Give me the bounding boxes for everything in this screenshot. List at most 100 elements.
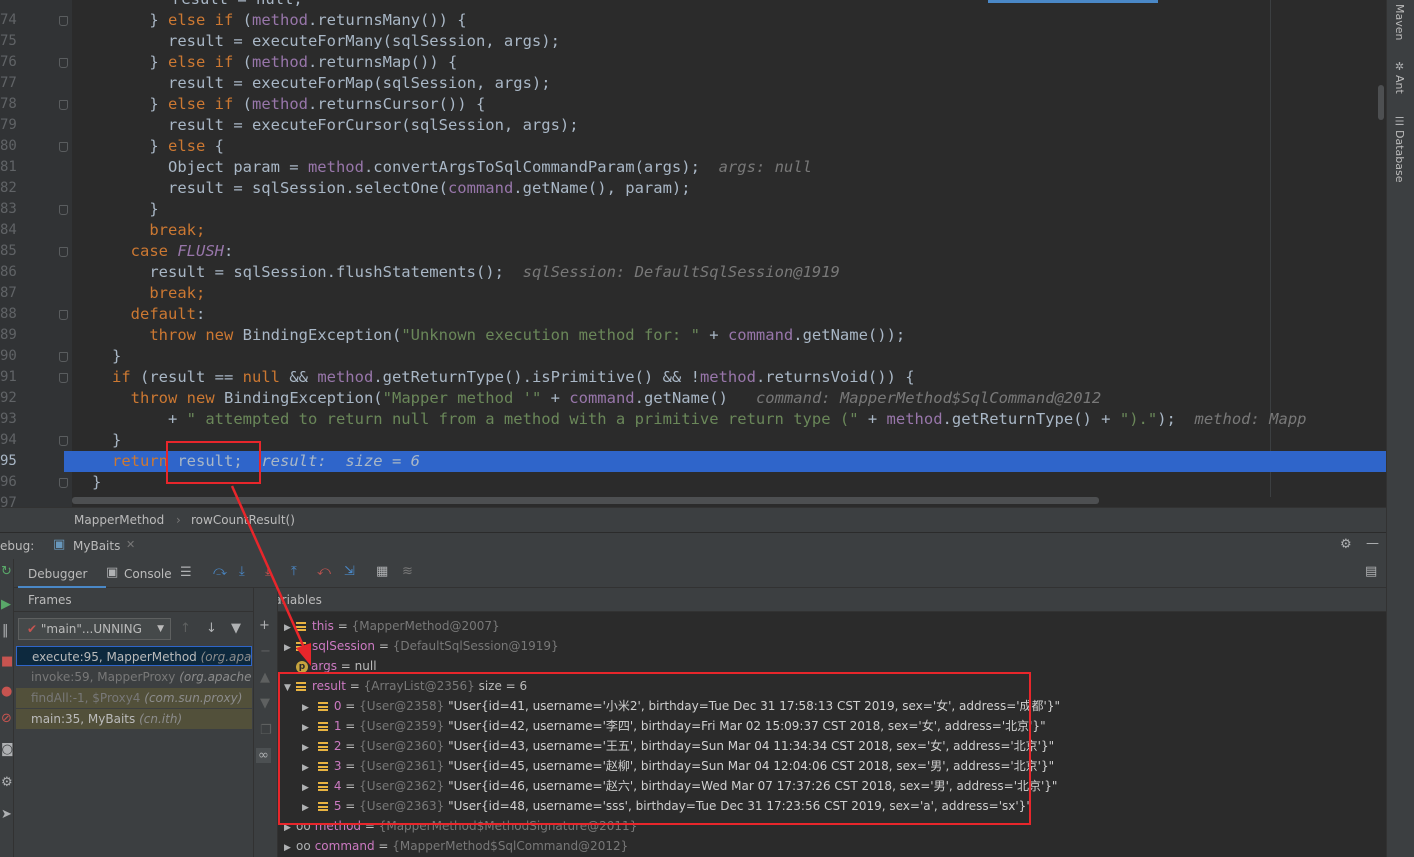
line-number[interactable]: 76 [0,52,24,73]
variable-row[interactable]: ▶ this = {MapperMethod@2007} [284,616,500,636]
restore-layout-icon[interactable]: ▤ [1365,564,1377,579]
line-number[interactable]: 87 [0,283,24,304]
view-breakpoints-icon[interactable]: ● [1,684,12,699]
resume-icon[interactable]: ▶ [1,597,11,612]
fold-marker-icon[interactable] [59,352,68,362]
code-line[interactable]: 83 } [0,199,1386,220]
frame-item[interactable]: main:35, MyBaits (cn.ith) [16,709,252,729]
line-number[interactable]: 85 [0,241,24,262]
line-number[interactable]: 75 [0,31,24,52]
line-number[interactable]: 91 [0,367,24,388]
fold-marker-icon[interactable] [59,205,68,215]
remove-watch-icon[interactable]: − [260,644,271,659]
code-line[interactable]: 86 result = sqlSession.flushStatements()… [0,262,1386,283]
code-line[interactable]: 81 Object param = method.convertArgsToSq… [0,157,1386,178]
line-number[interactable]: 77 [0,73,24,94]
stop-icon[interactable]: ■ [1,654,13,669]
fold-marker-icon[interactable] [59,16,68,26]
code-line[interactable]: 84 break; [0,220,1386,241]
code-line[interactable]: 82 result = sqlSession.selectOne(command… [0,178,1386,199]
variable-row[interactable]: ▶ sqlSession = {DefaultSqlSession@1919} [284,636,559,656]
code-line[interactable]: 76 } else if (method.returnsMap()) { [0,52,1386,73]
line-number[interactable]: 94 [0,430,24,451]
fold-marker-icon[interactable] [59,373,68,383]
line-number[interactable]: 81 [0,157,24,178]
code-editor[interactable]: result = null; 74 } else if (method.retu… [0,0,1386,507]
code-line[interactable]: 85 case FLUSH: [0,241,1386,262]
add-watch-icon[interactable]: + [259,618,270,633]
run-to-cursor-icon[interactable]: ⇲ [344,564,355,579]
move-up-icon[interactable]: ▲ [260,670,270,685]
step-over-icon[interactable]: ⤼ [213,564,227,579]
code-line[interactable]: 75 result = executeForMany(sqlSession, a… [0,31,1386,52]
fold-marker-icon[interactable] [59,247,68,257]
breadcrumb-class[interactable]: MapperMethod [74,513,164,527]
show-watches-icon[interactable]: ∞ [256,748,271,763]
minimize-icon[interactable]: — [1366,536,1379,551]
expand-arrow-icon[interactable]: ▶ [284,638,296,658]
line-number[interactable]: 90 [0,346,24,367]
drop-frame-icon[interactable]: ⤺ [317,564,331,579]
camera-icon[interactable]: ◙ [1,742,14,757]
code-line[interactable]: 79 result = executeForCursor(sqlSession,… [0,115,1386,136]
line-number[interactable]: 82 [0,178,24,199]
copy-icon[interactable]: ❐ [260,723,272,738]
tab-debugger[interactable]: Debugger [28,567,87,581]
previous-frame-icon[interactable]: ↑ [180,621,191,636]
code-line[interactable]: 89 throw new BindingException("Unknown e… [0,325,1386,346]
pin-icon[interactable]: ➤ [1,807,12,822]
ant-tab[interactable]: Ant [1393,75,1406,94]
line-number[interactable]: 96 [0,472,24,493]
evaluate-icon[interactable]: ▦ [376,564,388,579]
mute-breakpoints-icon[interactable]: ⊘ [1,711,12,726]
expand-arrow-icon[interactable]: ▶ [284,618,296,638]
breadcrumb-method[interactable]: rowCountResult() [191,513,295,527]
gear-icon[interactable]: ⚙ [1340,537,1352,552]
line-number[interactable]: 97 [0,493,24,507]
line-number[interactable]: 86 [0,262,24,283]
code-line[interactable]: 91 if (result == null && method.getReturn… [0,367,1386,388]
maven-tab[interactable]: Maven [1393,4,1406,40]
expand-arrow-icon[interactable]: ▶ [284,838,296,857]
force-step-into-icon[interactable]: ⤓ [265,564,271,579]
code-line[interactable]: 87 break; [0,283,1386,304]
vertical-scrollbar[interactable] [1378,85,1384,120]
fold-marker-icon[interactable] [59,100,68,110]
fold-marker-icon[interactable] [59,436,68,446]
code-line[interactable]: 77 result = executeForMap(sqlSession, ar… [0,73,1386,94]
line-number[interactable]: 78 [0,94,24,115]
close-icon[interactable]: ✕ [126,538,135,551]
run-config-tab[interactable]: MyBaits [73,539,120,553]
line-number[interactable]: 74 [0,10,24,31]
code-line[interactable]: 93 + " attempted to return null from a m… [0,409,1386,430]
code-line[interactable]: 90} [0,346,1386,367]
line-number[interactable]: 83 [0,199,24,220]
line-number[interactable]: 89 [0,325,24,346]
variable-row[interactable]: ▶ oo command = {MapperMethod$SqlCommand@20… [284,836,628,856]
filter-icon[interactable]: ▼ [231,621,241,636]
layout-icon[interactable]: ☰ [180,565,192,580]
frame-item[interactable]: invoke:59, MapperProxy (org.apache.i [16,667,252,687]
code-line[interactable]: 78 } else if (method.returnsCursor()) { [0,94,1386,115]
thread-select[interactable]: ✔ "main"...UNNING ▼ [18,618,171,640]
step-out-icon[interactable]: ⤒ [291,564,297,579]
code-line[interactable]: 80 } else { [0,136,1386,157]
settings-icon[interactable]: ⚙ [1,775,13,790]
line-number[interactable]: 84 [0,220,24,241]
fold-marker-icon[interactable] [59,310,68,320]
move-down-icon[interactable]: ▼ [260,696,270,711]
database-tab[interactable]: Database [1393,130,1406,183]
next-frame-icon[interactable]: ↓ [206,621,217,636]
horizontal-scrollbar[interactable] [72,497,1099,504]
line-number[interactable]: 80 [0,136,24,157]
tab-console[interactable]: Console [124,567,172,581]
step-into-icon[interactable]: ⤓ [239,564,245,579]
line-number[interactable]: 93 [0,409,24,430]
code-line[interactable]: 92 throw new BindingException("Mapper me… [0,388,1386,409]
code-line-current[interactable]: 95 return result; result: size = 6 [0,451,1386,472]
trace-icon[interactable]: ≋ [402,564,413,579]
frame-item[interactable]: execute:95, MapperMethod (org.apac [16,646,252,666]
code-line[interactable]: 88 default: [0,304,1386,325]
fold-marker-icon[interactable] [59,478,68,488]
line-number[interactable]: 92 [0,388,24,409]
